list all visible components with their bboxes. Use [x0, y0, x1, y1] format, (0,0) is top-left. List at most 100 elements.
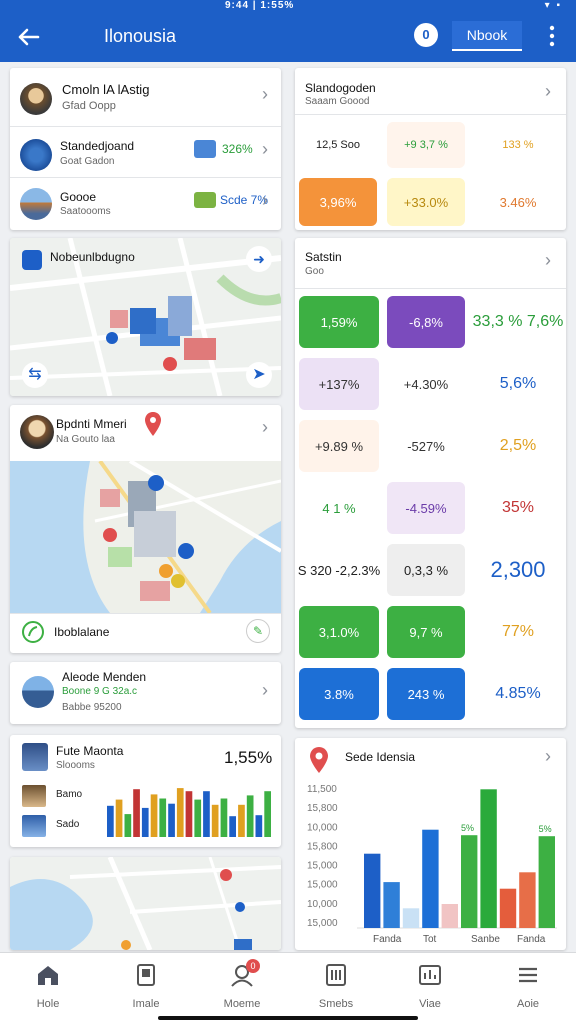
compass-icon[interactable]: ⇆ — [22, 362, 48, 388]
stat-tile[interactable]: 4.85% — [475, 668, 561, 720]
chart-thumbnail — [22, 743, 48, 771]
status-time: 9:44 | 1:55% — [225, 0, 295, 11]
summary-tile[interactable]: +9 3,7 % — [387, 122, 465, 168]
stat-value: 243 % — [407, 686, 445, 702]
card-subtitle: Na Gouto laa — [56, 434, 115, 445]
arrow-left-icon[interactable] — [14, 22, 44, 52]
chevron-right-icon[interactable]: › — [545, 746, 551, 767]
x-tick-label: Sanbe — [471, 934, 500, 945]
chevron-right-icon[interactable]: › — [545, 250, 551, 271]
bar-annotation: 5% — [539, 824, 552, 834]
mini-bar — [255, 815, 263, 837]
stat-tile[interactable]: +137% — [299, 358, 379, 410]
mini-bar — [115, 799, 123, 837]
chevron-right-icon: › — [262, 190, 268, 210]
mini-bar — [264, 791, 271, 837]
y-tick-label: 10,000 — [307, 822, 338, 833]
stat-tile[interactable]: -527% — [387, 420, 465, 472]
card-subtitle: Goo — [305, 266, 324, 277]
left-single-card[interactable]: Aleode Menden Boone 9 G 32a.c Babbe 9520… — [10, 662, 281, 724]
location-pin-icon — [310, 747, 328, 773]
avatar — [20, 83, 52, 115]
nav-chart[interactable]: Viae — [400, 963, 460, 1010]
stat-tile[interactable]: +9.89 % — [299, 420, 379, 472]
summary-tile[interactable]: 133 % — [475, 122, 561, 168]
stat-tile[interactable]: -4.59% — [387, 482, 465, 534]
bar — [441, 904, 458, 928]
stat-tile[interactable]: 0,3,3 % — [387, 544, 465, 596]
location-pin-icon — [145, 412, 161, 436]
summary-tile[interactable]: 3,96% — [299, 178, 377, 226]
status-badge — [194, 140, 216, 158]
bar — [499, 888, 517, 928]
nav-document[interactable]: Imale — [116, 963, 176, 1010]
y-tick-label: 15,800 — [307, 803, 338, 814]
summary-tile[interactable]: 3.46% — [475, 178, 561, 226]
stat-tile[interactable]: 3.8% — [299, 668, 379, 720]
item-subtitle: Goat Gadon — [60, 156, 115, 167]
notification-badge[interactable]: 0 — [414, 23, 438, 47]
nav-label: Imale — [132, 998, 160, 1010]
stat-tile[interactable]: 3,1.0% — [299, 606, 379, 658]
map-card[interactable]: Nobeunlbdugno ➜ ⇆ ➤ — [10, 238, 281, 396]
nav-menu[interactable]: Aoie — [498, 963, 558, 1010]
app-bar: Ilonousia 0 Nbook — [0, 14, 576, 62]
stat-value: +9.89 % — [314, 438, 364, 454]
mode-button[interactable]: Nbook — [452, 21, 522, 51]
card-title: Fute Maonta — [56, 744, 124, 758]
stat-tile[interactable]: S 320 -2,2.3% — [298, 544, 380, 596]
summary-tile[interactable]: 12,5 Soo — [299, 122, 377, 168]
kebab-icon[interactable] — [545, 23, 559, 49]
list-item[interactable]: Goooe Saatoooms Scde 7% › — [10, 178, 281, 230]
stat-tile[interactable]: 77% — [475, 606, 561, 658]
mini-bar — [194, 799, 202, 837]
nav-label: Viae — [419, 998, 441, 1010]
stat-value: -4.59% — [405, 500, 447, 516]
mini-bar — [107, 805, 114, 837]
stat-value: 2,5% — [499, 437, 537, 454]
bar — [519, 872, 536, 928]
stat-tile[interactable]: 4 1 % — [299, 482, 379, 534]
list-item[interactable]: Standedjoand Goat Gadon 326% › — [10, 127, 281, 177]
stat-tile[interactable]: 5,6% — [475, 358, 561, 410]
edit-icon[interactable]: ✎ — [246, 619, 270, 643]
map-view[interactable] — [10, 461, 281, 613]
stat-tile[interactable]: 33,3 % 7,6% — [473, 296, 563, 348]
mini-bar — [203, 791, 210, 837]
chart-title: Sede Idensia — [345, 750, 416, 764]
mini-bar — [133, 789, 140, 837]
stat-tile[interactable]: 1,59% — [299, 296, 379, 348]
left-map-card-3[interactable] — [10, 857, 281, 950]
location-icon[interactable]: ➤ — [246, 362, 272, 388]
nav-label: Moeme — [223, 998, 261, 1010]
stat-tile[interactable]: -6,8% — [387, 296, 465, 348]
stat-tile[interactable]: +4.30% — [387, 358, 465, 410]
list-item[interactable]: Cmoln lA lAstig Gfad Oopp › — [10, 68, 281, 126]
map-view[interactable] — [10, 857, 281, 950]
mini-bar — [246, 795, 254, 837]
stat-tile[interactable]: 2,300 — [475, 544, 561, 596]
card-footer: Iboblalane — [54, 625, 110, 639]
stat-value: +137% — [318, 376, 360, 392]
stat-tile[interactable]: 2,5% — [475, 420, 561, 472]
stat-tile[interactable]: 35% — [475, 482, 561, 534]
stat-tile[interactable]: 9,7 % — [387, 606, 465, 658]
stat-value: -527% — [407, 438, 445, 454]
stat-value: 4 1 % — [322, 500, 356, 516]
stat-value: 35% — [501, 499, 535, 516]
right-stats-card: Satstin Goo › 1,59% -6,8% 33,3 % 7,6% +137%… — [295, 238, 566, 728]
left-list-card: Cmoln lA lAstig Gfad Oopp › Standedjoand… — [10, 68, 281, 230]
stat-tile[interactable]: 243 % — [387, 668, 465, 720]
summary-tile[interactable]: +33.0% — [387, 178, 465, 226]
chevron-right-icon: › — [262, 139, 268, 159]
mini-bar-chart — [107, 788, 271, 837]
y-tick-label: 11,500 — [307, 784, 337, 795]
nav-home[interactable]: Hole — [18, 963, 78, 1010]
nav-tablet[interactable]: Smebs — [306, 963, 366, 1010]
left-chart-card[interactable]: Fute Maonta Sloooms 1,55% Bamo Sado — [10, 735, 281, 847]
bar-chart: 11,500 15,800 10,000 15,800 15,000 15,000 10,0… — [307, 784, 557, 945]
nav-profile[interactable]: 0 Moeme — [212, 959, 272, 1010]
chevron-right-icon[interactable]: › — [545, 81, 551, 102]
bar-annotation: 5% — [461, 823, 474, 833]
navigate-icon[interactable]: ➜ — [246, 246, 272, 272]
